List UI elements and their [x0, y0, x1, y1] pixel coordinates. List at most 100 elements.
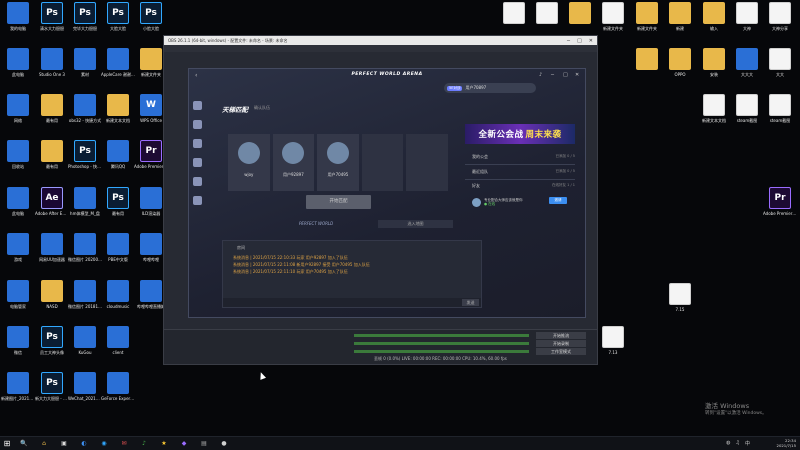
desktop-icon[interactable] [630, 48, 664, 86]
desktop-icon[interactable]: 最有用 [35, 94, 69, 132]
team-slot-empty[interactable] [406, 134, 448, 191]
sidebar-match-icon[interactable] [192, 120, 202, 129]
desktop-icon[interactable]: AppleCare 谢谢 截图 [101, 48, 135, 86]
desktop-icon[interactable]: Ps Photoshop - 快捷方式 [68, 140, 102, 178]
desktop-icon[interactable]: Ae Adobe After Effects CC 2019 [35, 187, 69, 225]
taskbar-app-icon[interactable]: ◉ [98, 439, 110, 449]
desktop-icon[interactable]: Ps 清水大力胆胆 [35, 2, 69, 40]
desktop-icon[interactable]: hm体模型_M_盘 [68, 187, 102, 225]
sidebar-home-icon[interactable] [192, 101, 202, 110]
maximize-icon[interactable]: □ [563, 72, 568, 78]
maximize-icon[interactable]: □ [577, 38, 582, 44]
desktop-icon[interactable]: GeForce Experience [101, 372, 135, 410]
desktop-icon[interactable]: Studio One 3 [35, 48, 69, 86]
sidebar-team-icon[interactable] [192, 139, 202, 148]
desktop-icon[interactable]: 游戏 [1, 233, 35, 271]
notification-icon[interactable]: ♪ [539, 72, 542, 78]
desktop-icon[interactable]: obs32 - 快捷方式 [68, 94, 102, 132]
desktop-icon[interactable]: 回收站 [1, 140, 35, 178]
team-slot-1[interactable]: wjoy [228, 134, 270, 191]
desktop-icon[interactable]: Ps 最有用 [101, 187, 135, 225]
obs-start-record-button[interactable]: 开始录制 [536, 340, 586, 347]
desktop-icon[interactable]: 大神 [730, 2, 764, 40]
start-button[interactable]: ⊞ [0, 437, 14, 450]
desktop-icon[interactable]: KuGou [68, 326, 102, 364]
close-icon[interactable]: ✕ [575, 72, 579, 78]
event-banner[interactable]: 全新公会战 周末来袭 [465, 124, 575, 144]
chat-input[interactable] [223, 298, 481, 307]
desktop-icon[interactable]: steam截图 [730, 94, 764, 132]
taskbar-app-icon[interactable]: ◐ [78, 439, 90, 449]
taskbar-app-icon[interactable]: ★ [158, 439, 170, 449]
section-recent[interactable]: 最近组队 [472, 169, 488, 175]
desktop-icon[interactable]: 最有用 [35, 140, 69, 178]
desktop-icon[interactable]: 大大 [763, 48, 797, 86]
desktop-icon[interactable]: Ps 员工大神头像 [35, 326, 69, 364]
minimize-icon[interactable]: ─ [567, 38, 570, 44]
desktop-icon[interactable]: Ps 大脸大脸 [101, 2, 135, 40]
taskbar-app-icon[interactable]: ♪ [138, 439, 150, 449]
desktop-icon[interactable]: 大大大 [730, 48, 764, 86]
minimize-icon[interactable]: ─ [551, 72, 554, 78]
desktop-icon[interactable]: 新建文本文档 [697, 94, 731, 132]
team-slot-3[interactable]: 用户70495 [317, 134, 359, 191]
desktop-icon[interactable]: 新建文本文档 [101, 94, 135, 132]
desktop-icon[interactable]: 微信图片 20181130... [68, 280, 102, 318]
desktop-icon[interactable]: 腾讯QQ [101, 140, 135, 178]
taskbar-app-icon[interactable]: ● [218, 439, 230, 449]
close-icon[interactable]: ✕ [589, 38, 593, 44]
map-select-dropdown[interactable]: 选入地图 [378, 220, 453, 228]
desktop-icon[interactable]: 网络 [1, 94, 35, 132]
desktop-icon[interactable]: Ps 完毕大力胆胆 [68, 2, 102, 40]
taskbar-app-icon[interactable]: ✉ [118, 439, 130, 449]
taskbar-app-icon[interactable]: 🔍 [18, 439, 30, 449]
desktop-icon[interactable]: client [101, 326, 135, 364]
desktop-icon[interactable]: 微信图片 20200304... [68, 233, 102, 271]
desktop-icon[interactable]: 我的电脑 [1, 2, 35, 40]
desktop-icon[interactable]: 此电脑 [1, 48, 35, 86]
desktop-icon[interactable]: OPPO [663, 48, 697, 86]
sidebar-chat-icon[interactable] [192, 177, 202, 186]
desktop-icon[interactable]: 7.13 [596, 326, 630, 364]
desktop-icon[interactable]: steam截图 [763, 94, 797, 132]
sidebar-shop-icon[interactable] [192, 158, 202, 167]
desktop-icon[interactable]: 新建文件夹 [596, 2, 630, 40]
section-friends[interactable]: 好友 [472, 183, 480, 189]
desktop-icon[interactable]: 电脑管家 [1, 280, 35, 318]
desktop-icon[interactable]: Pr Adobe Premiere Pro [763, 187, 797, 225]
desktop-icon[interactable]: 新建 [663, 2, 697, 40]
desktop-icon[interactable]: WeChat_20210... [68, 372, 102, 410]
desktop-icon[interactable]: 素材 [68, 48, 102, 86]
taskbar-app-icon[interactable]: ▣ [58, 439, 70, 449]
desktop-icon[interactable]: cloudmusic [101, 280, 135, 318]
desktop-icon[interactable]: 微信 [1, 326, 35, 364]
invite-button[interactable]: 邀请 [549, 197, 567, 204]
network-icon[interactable]: ◍ [726, 440, 730, 447]
section-guild[interactable]: 我的公会 [472, 154, 488, 160]
desktop-icon[interactable]: 输入 [697, 2, 731, 40]
team-slot-empty[interactable] [361, 134, 404, 191]
user-profile-pill[interactable]: 5E对战 用户70897 [444, 83, 536, 93]
desktop-icon[interactable]: 新建图片_20210924... [1, 372, 35, 410]
team-slot-2[interactable]: 用户92897 [272, 134, 315, 191]
desktop-icon[interactable]: 此电脑 [1, 187, 35, 225]
desktop-icon[interactable]: 大神分享 [763, 2, 797, 40]
taskbar-app-icon[interactable]: ▤ [198, 439, 210, 449]
desktop-icon[interactable]: 7.15 [663, 283, 697, 321]
desktop-icon[interactable]: 新建文件夹 [630, 2, 664, 40]
send-button[interactable]: 发送 [462, 299, 479, 306]
taskbar-app-icon[interactable]: ⌂ [38, 439, 50, 449]
obs-studio-mode-button[interactable]: 工作室模式 [536, 348, 586, 355]
taskbar-app-icon[interactable]: ◆ [178, 439, 190, 449]
desktop-icon[interactable]: 安装 [697, 48, 731, 86]
start-match-button[interactable]: 开始匹配 [306, 195, 371, 209]
clock[interactable]: 22:34 2021/7/15 [777, 438, 796, 448]
desktop-icon[interactable]: PBE中文版 [101, 233, 135, 271]
sidebar-settings-icon[interactable] [192, 196, 202, 205]
volume-icon[interactable]: ♫ [736, 440, 740, 447]
ime-icon[interactable]: 中 [745, 440, 750, 447]
desktop-icon[interactable]: NASD [35, 280, 69, 318]
desktop-icon[interactable]: Ps 新大力大胆胆 - 快捷方式 [35, 372, 69, 410]
room-tab[interactable]: 房间 [237, 245, 245, 251]
obs-start-stream-button[interactable]: 开始推流 [536, 332, 586, 339]
